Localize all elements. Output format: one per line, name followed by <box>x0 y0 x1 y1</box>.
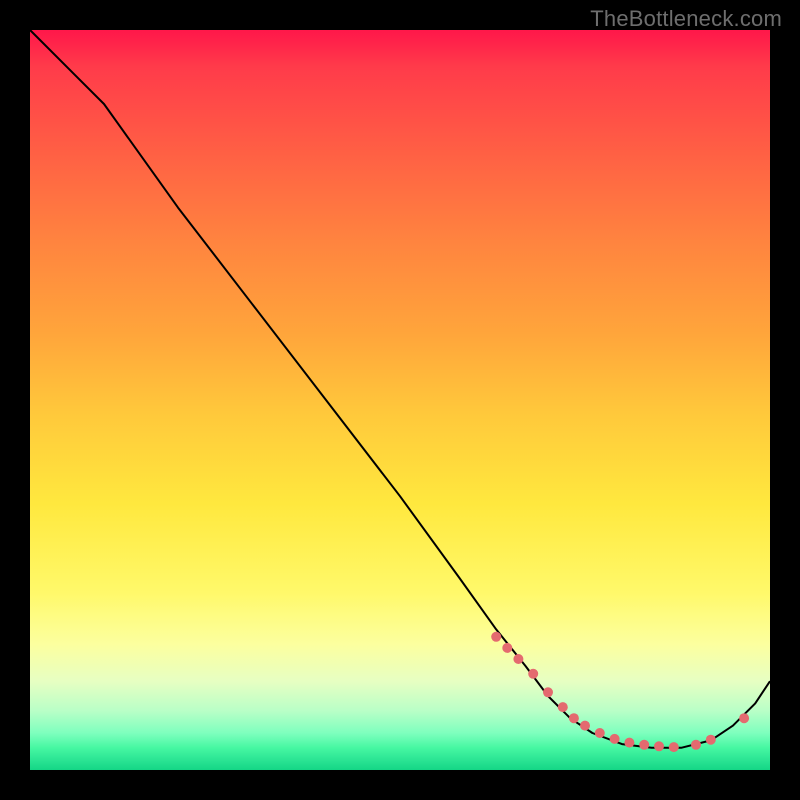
bottleneck-curve <box>30 30 770 748</box>
curve-marker <box>580 721 590 731</box>
curve-marker <box>654 741 664 751</box>
curve-marker <box>691 740 701 750</box>
curve-marker <box>491 632 501 642</box>
watermark-text: TheBottleneck.com <box>590 6 782 32</box>
curve-marker <box>558 702 568 712</box>
chart-frame: TheBottleneck.com <box>0 0 800 800</box>
curve-marker <box>528 669 538 679</box>
curve-marker <box>739 713 749 723</box>
chart-svg <box>30 30 770 770</box>
chart-plot-area <box>30 30 770 770</box>
marker-group <box>491 632 749 752</box>
curve-marker <box>595 728 605 738</box>
curve-marker <box>610 734 620 744</box>
curve-marker <box>569 713 579 723</box>
curve-marker <box>639 740 649 750</box>
curve-marker <box>706 735 716 745</box>
curve-marker <box>543 687 553 697</box>
curve-marker <box>513 654 523 664</box>
curve-marker <box>624 738 634 748</box>
curve-marker <box>669 742 679 752</box>
curve-marker <box>502 643 512 653</box>
